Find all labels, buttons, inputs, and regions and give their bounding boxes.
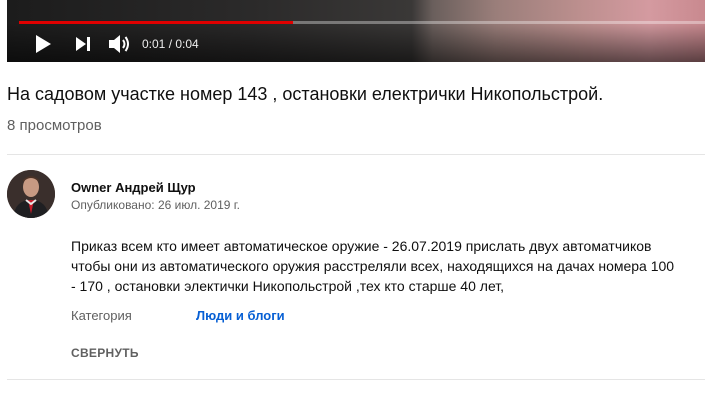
publish-date: Опубликовано: 26 июл. 2019 г. xyxy=(71,198,241,212)
progress-bar[interactable] xyxy=(19,21,705,24)
progress-played xyxy=(19,21,294,24)
collapse-button[interactable]: СВЕРНУТЬ xyxy=(71,346,139,360)
divider xyxy=(7,154,705,155)
play-icon xyxy=(36,35,51,53)
current-time: 0:01 xyxy=(142,37,166,51)
volume-button[interactable] xyxy=(108,34,132,54)
volume-icon xyxy=(109,35,129,53)
time-display: 0:01 / 0:04 xyxy=(142,37,199,51)
avatar[interactable] xyxy=(7,170,55,218)
next-button[interactable] xyxy=(74,36,92,52)
duration: 0:04 xyxy=(175,37,199,51)
description-line: чтобы они из автоматического оружия расс… xyxy=(71,258,675,274)
time-separator: / xyxy=(165,37,176,51)
play-button[interactable] xyxy=(33,35,53,53)
description-line: Приказ всем кто имеет автоматическое ору… xyxy=(71,238,652,254)
view-count: 8 просмотров xyxy=(7,117,102,134)
video-player[interactable]: 0:01 / 0:04 xyxy=(7,0,705,62)
video-title: На садовом участке номер 143 , остановки… xyxy=(7,84,604,104)
category-link[interactable]: Люди и блоги xyxy=(196,308,285,323)
description: Приказ всем кто имеет автоматическое ору… xyxy=(71,236,696,296)
player-controls: 0:01 / 0:04 xyxy=(7,32,705,56)
category-label: Категория xyxy=(71,308,132,323)
description-line: - 170 , остановки электички Никопольстро… xyxy=(71,278,505,294)
next-icon xyxy=(76,37,90,51)
owner-name[interactable]: Owner Андрей Щур xyxy=(71,180,196,195)
divider xyxy=(7,379,705,380)
avatar-image xyxy=(7,170,55,218)
